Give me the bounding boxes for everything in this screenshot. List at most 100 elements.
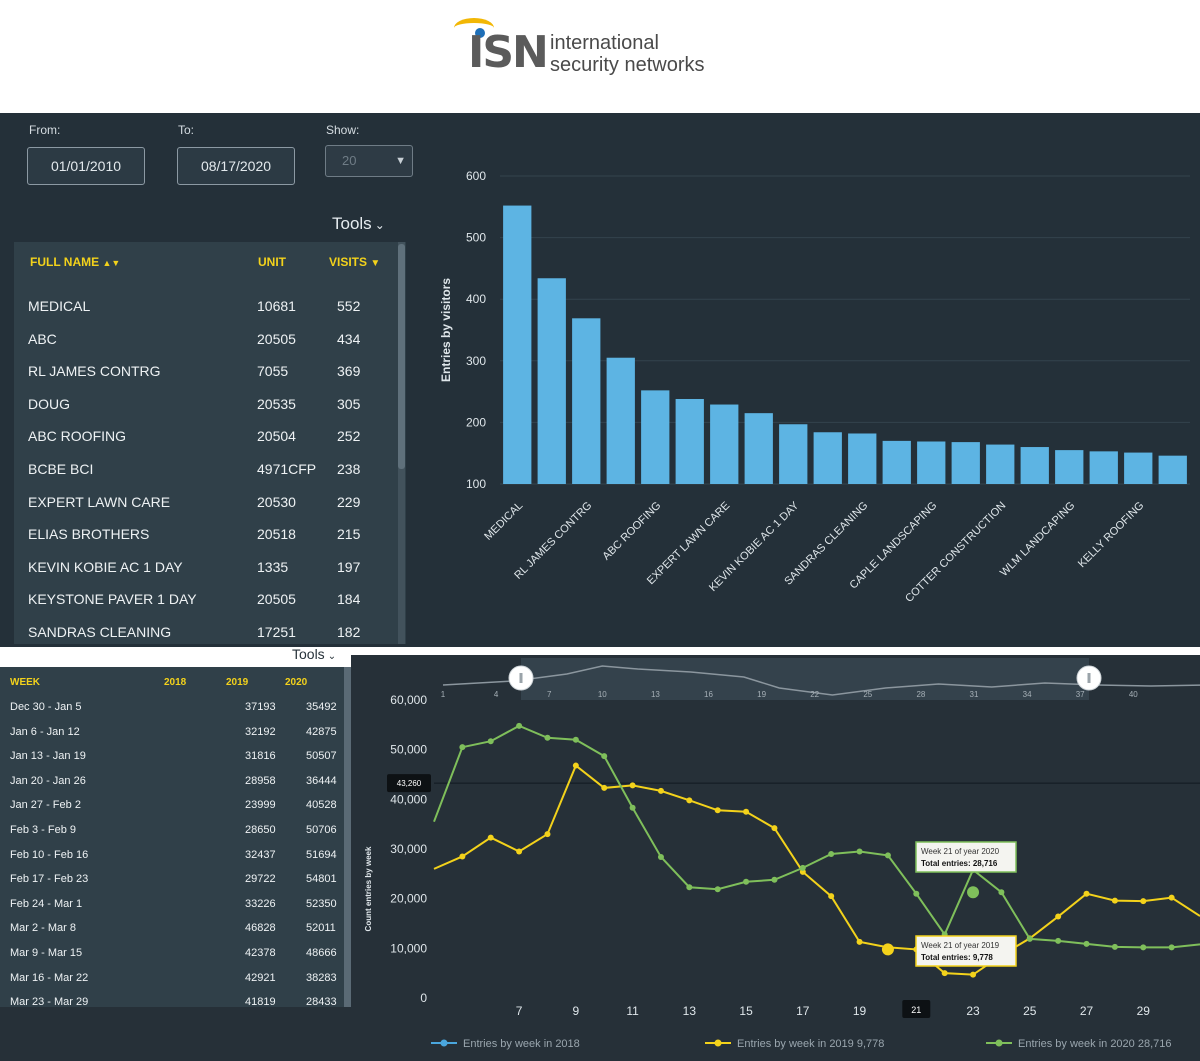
from-date-input[interactable]: 01/01/2010 [27, 147, 145, 185]
data-point[interactable] [856, 848, 863, 855]
data-point[interactable] [459, 744, 466, 751]
data-point[interactable] [743, 808, 750, 815]
bar[interactable] [917, 441, 946, 484]
data-point[interactable] [856, 938, 863, 945]
legend-item[interactable]: Entries by week in 2018 [431, 1038, 580, 1050]
column-header-full-name[interactable]: FULL NAME ▲▼ [30, 255, 120, 269]
data-point[interactable] [1083, 890, 1090, 897]
tools-menu-lower[interactable]: Tools ⌄ [292, 646, 336, 662]
data-point[interactable] [657, 853, 664, 860]
table-row[interactable]: Jan 27 - Feb 2 23999 40528 [0, 794, 343, 818]
bar[interactable] [1158, 455, 1187, 484]
table-row[interactable]: Mar 9 - Mar 15 42378 48666 [0, 942, 343, 966]
bar[interactable] [813, 432, 842, 484]
bar[interactable] [710, 404, 739, 484]
data-point[interactable] [884, 852, 891, 859]
data-point[interactable] [970, 971, 977, 978]
data-point[interactable] [714, 886, 721, 893]
table-row[interactable]: Mar 16 - Mar 22 42921 38283 [0, 967, 343, 991]
column-header-week[interactable]: WEEK [10, 677, 40, 688]
bar[interactable] [537, 278, 566, 484]
data-point[interactable] [629, 804, 636, 811]
column-header-2019[interactable]: 2019 [226, 677, 248, 688]
data-point[interactable] [544, 734, 551, 741]
range-navigator[interactable]: 1 4 7 10 13 16 19 22 25 28 31 34 37 40 [441, 658, 1200, 700]
legend-item[interactable]: Entries by week in 2019 9,778 [705, 1038, 884, 1050]
column-header-unit[interactable]: UNIT [258, 255, 286, 269]
table-row[interactable]: EXPERT LAWN CARE 20530 229 [14, 486, 394, 518]
data-point[interactable] [714, 807, 721, 814]
column-header-visits[interactable]: VISITS ▼ [329, 255, 380, 269]
table-row[interactable]: Feb 3 - Feb 9 28650 50706 [0, 819, 343, 843]
table-row[interactable]: BCBE BCI 4971CFP 238 [14, 453, 394, 485]
data-point[interactable] [459, 853, 466, 860]
table-row[interactable]: SANDRAS CLEANING 17251 182 [14, 616, 394, 644]
bar[interactable] [882, 440, 911, 484]
table-row[interactable]: Mar 2 - Mar 8 46828 52011 [0, 917, 343, 941]
data-point[interactable] [998, 889, 1005, 896]
data-point[interactable] [828, 893, 835, 900]
data-point[interactable] [487, 738, 494, 745]
table-row[interactable]: Jan 13 - Jan 19 31816 50507 [0, 745, 343, 769]
table-row[interactable]: Feb 10 - Feb 16 32437 51694 [0, 844, 343, 868]
data-point[interactable] [657, 787, 664, 794]
table-row[interactable]: KEYSTONE PAVER 1 DAY 20505 184 [14, 583, 394, 615]
data-point[interactable] [686, 797, 693, 804]
column-header-2018[interactable]: 2018 [164, 677, 186, 688]
data-point[interactable] [1168, 944, 1175, 951]
bar[interactable] [951, 442, 980, 484]
data-point[interactable] [1026, 935, 1033, 942]
table-row[interactable]: Dec 30 - Jan 5 37193 35492 [0, 696, 343, 720]
data-point[interactable] [1140, 944, 1147, 951]
show-count-select[interactable]: 20 ▼ [325, 145, 413, 177]
bar[interactable] [1055, 450, 1084, 484]
data-point[interactable] [771, 825, 778, 832]
bar[interactable] [848, 433, 877, 484]
table-row[interactable]: MEDICAL 10681 552 [14, 290, 394, 322]
data-point[interactable] [516, 722, 523, 729]
tools-menu-upper[interactable]: Tools ⌄ [332, 214, 385, 234]
table-row[interactable]: Jan 6 - Jan 12 32192 42875 [0, 721, 343, 745]
scrollbar-thumb[interactable] [344, 667, 351, 1007]
data-point[interactable] [1140, 898, 1147, 905]
legend-item[interactable]: Entries by week in 2020 28,716 [986, 1038, 1172, 1050]
table-row[interactable]: Mar 23 - Mar 29 41819 28433 [0, 991, 343, 1007]
table-row[interactable]: KEVIN KOBIE AC 1 DAY 1335 197 [14, 551, 394, 583]
table-row[interactable]: DOUG 20535 305 [14, 388, 394, 420]
data-point[interactable] [771, 876, 778, 883]
data-point[interactable] [1083, 940, 1090, 947]
bar[interactable] [572, 318, 601, 484]
bar[interactable] [503, 205, 532, 484]
table-row[interactable]: ABC 20505 434 [14, 323, 394, 355]
table-row[interactable]: Feb 24 - Mar 1 33226 52350 [0, 893, 343, 917]
data-point[interactable] [913, 890, 920, 897]
data-point[interactable] [1111, 897, 1118, 904]
data-point[interactable] [516, 848, 523, 855]
table-row[interactable]: Jan 20 - Jan 26 28958 36444 [0, 770, 343, 794]
data-point[interactable] [544, 831, 551, 838]
data-point[interactable] [572, 762, 579, 769]
bar[interactable] [641, 390, 670, 484]
data-point[interactable] [1168, 894, 1175, 901]
bar[interactable] [986, 444, 1015, 484]
data-point[interactable] [1055, 937, 1062, 944]
data-point[interactable] [601, 753, 608, 760]
data-point[interactable] [828, 850, 835, 857]
bar[interactable] [744, 413, 773, 484]
table-row[interactable]: ABC ROOFING 20504 252 [14, 420, 394, 452]
data-point[interactable] [743, 878, 750, 885]
scrollbar-thumb[interactable] [398, 244, 405, 469]
data-point[interactable] [686, 884, 693, 891]
data-point[interactable] [572, 736, 579, 743]
bar[interactable] [1124, 452, 1153, 484]
table-row[interactable]: ELIAS BROTHERS 20518 215 [14, 518, 394, 550]
data-point[interactable] [629, 782, 636, 789]
data-point[interactable] [487, 834, 494, 841]
table-row[interactable]: Feb 17 - Feb 23 29722 54801 [0, 868, 343, 892]
to-date-input[interactable]: 08/17/2020 [177, 147, 295, 185]
data-point[interactable] [941, 970, 948, 977]
bar[interactable] [779, 424, 808, 484]
data-point[interactable] [1055, 913, 1062, 920]
bar[interactable] [1089, 451, 1118, 484]
bar[interactable] [675, 398, 704, 484]
